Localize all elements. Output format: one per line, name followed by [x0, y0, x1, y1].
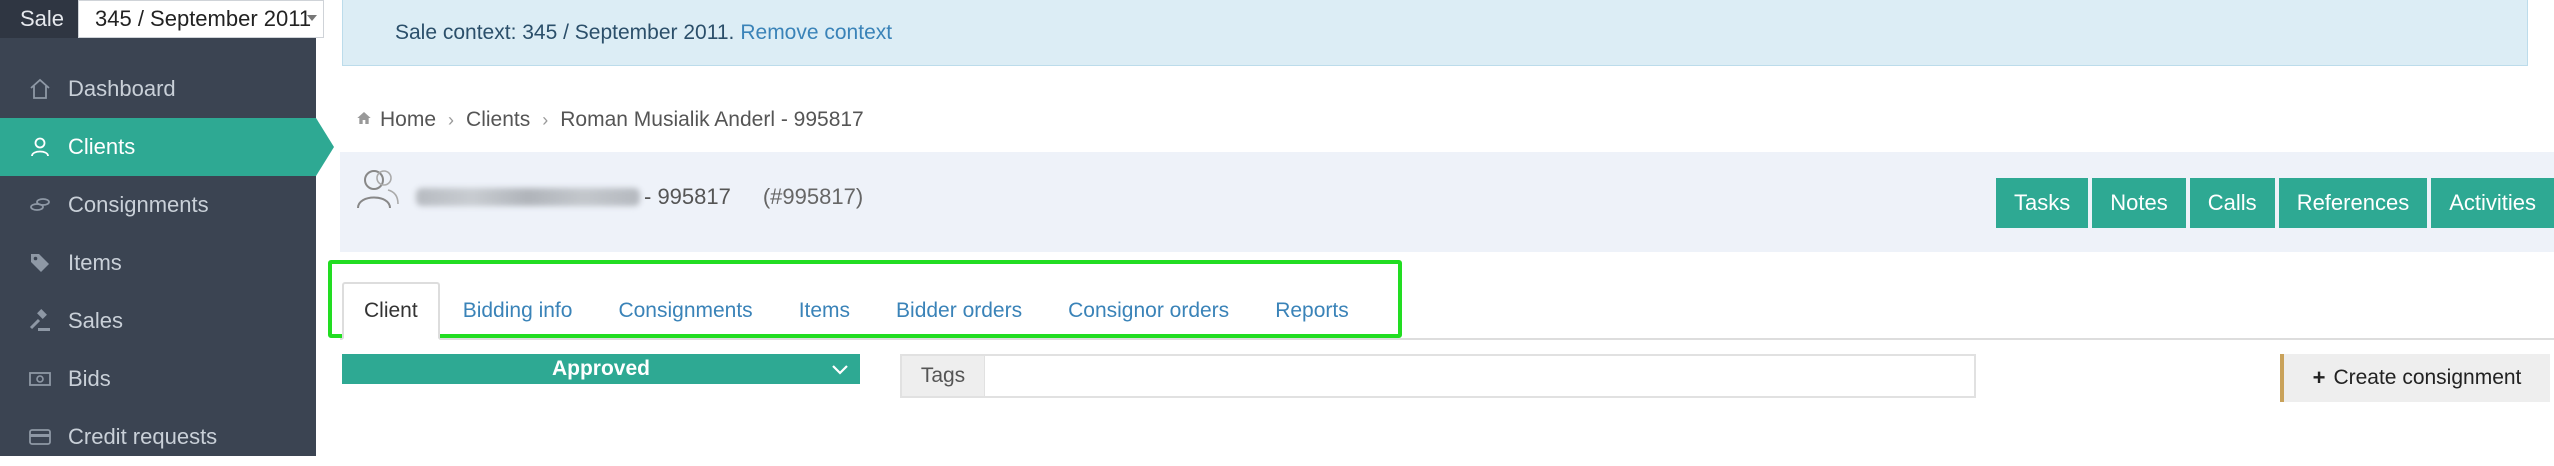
sidebar-item-items[interactable]: Items — [0, 234, 316, 292]
references-button[interactable]: References — [2278, 178, 2428, 228]
context-text: Sale context: 345 / September 2011. — [395, 20, 735, 44]
activities-button[interactable]: Activities — [2431, 178, 2554, 228]
chevron-down-icon — [830, 359, 850, 385]
sidebar-item-consignments[interactable]: Consignments — [0, 176, 316, 234]
sidebar-item-label: Consignments — [68, 192, 209, 217]
breadcrumb-home[interactable]: Home — [380, 108, 436, 132]
sidebar-item-clients[interactable]: Clients — [0, 118, 334, 176]
sale-selector: Sale 345 / September 2011 — [0, 0, 324, 38]
sidebar-item-bids[interactable]: Bids — [0, 350, 316, 408]
breadcrumb-current: Roman Musialik Anderl - 995817 — [560, 108, 864, 131]
home-icon — [26, 75, 54, 103]
notes-button[interactable]: Notes — [2092, 178, 2186, 228]
sale-select[interactable]: 345 / September 2011 — [78, 0, 324, 38]
create-consignment-button[interactable]: + Create consignment — [2280, 354, 2550, 402]
breadcrumb: Home › Clients › Roman Musialik Anderl -… — [356, 104, 864, 136]
remove-context-link[interactable]: Remove context — [740, 21, 892, 45]
tasks-button[interactable]: Tasks — [1996, 178, 2089, 228]
money-icon — [26, 365, 54, 393]
client-name-suffix: - 995817 — [644, 184, 731, 209]
tags-input[interactable] — [985, 356, 1974, 396]
tab-client[interactable]: Client — [342, 282, 440, 340]
breadcrumb-separator: › — [542, 109, 549, 130]
sidebar-item-label: Credit requests — [68, 424, 218, 449]
main-content: Sale context: 345 / September 2011. Remo… — [316, 0, 2554, 456]
gavel-icon — [26, 307, 54, 335]
sidebar-item-label: Clients — [68, 134, 136, 159]
client-header: - 995817 (#995817) Tasks Notes Calls Ref… — [340, 152, 2554, 252]
sale-select-value: 345 / September 2011 — [95, 6, 312, 31]
user-icon — [26, 133, 54, 161]
sale-context-alert: Sale context: 345 / September 2011. Remo… — [342, 0, 2528, 66]
status-select[interactable]: Approved — [342, 354, 860, 384]
sidebar-nav: Dashboard Clients Consignments Items Sal… — [0, 60, 334, 466]
sidebar-item-label: Sales — [68, 308, 124, 333]
tags-field: Tags — [900, 354, 1976, 398]
client-title: - 995817 (#995817) — [416, 184, 863, 210]
sidebar-item-label: Bids — [68, 366, 111, 391]
create-consignment-label: Create consignment — [2333, 366, 2522, 389]
sidebar-item-credit-requests[interactable]: Credit requests — [0, 408, 316, 466]
breadcrumb-separator: › — [448, 109, 455, 130]
sidebar-item-label: Dashboard — [68, 76, 176, 101]
users-icon — [354, 164, 402, 217]
status-value: Approved — [551, 357, 650, 380]
sidebar-item-dashboard[interactable]: Dashboard — [0, 60, 316, 118]
plus-icon: + — [2312, 365, 2326, 390]
sidebar-item-sales[interactable]: Sales — [0, 292, 316, 350]
credit-card-icon — [26, 423, 54, 451]
tags-label: Tags — [902, 356, 985, 396]
client-id: (#995817) — [762, 184, 864, 209]
home-icon — [356, 108, 372, 132]
client-name-redacted — [416, 188, 640, 206]
sidebar-item-label: Items — [68, 250, 122, 275]
sale-label: Sale — [20, 6, 65, 31]
coins-icon — [26, 191, 54, 219]
tabs-highlight-box — [328, 260, 1402, 338]
tag-icon — [26, 249, 54, 277]
calls-button[interactable]: Calls — [2189, 178, 2275, 228]
sidebar: Sale 345 / September 2011 Dashboard Clie… — [0, 0, 334, 456]
breadcrumb-clients[interactable]: Clients — [466, 108, 530, 132]
client-action-buttons: Tasks Notes Calls References Activities — [1996, 178, 2554, 228]
